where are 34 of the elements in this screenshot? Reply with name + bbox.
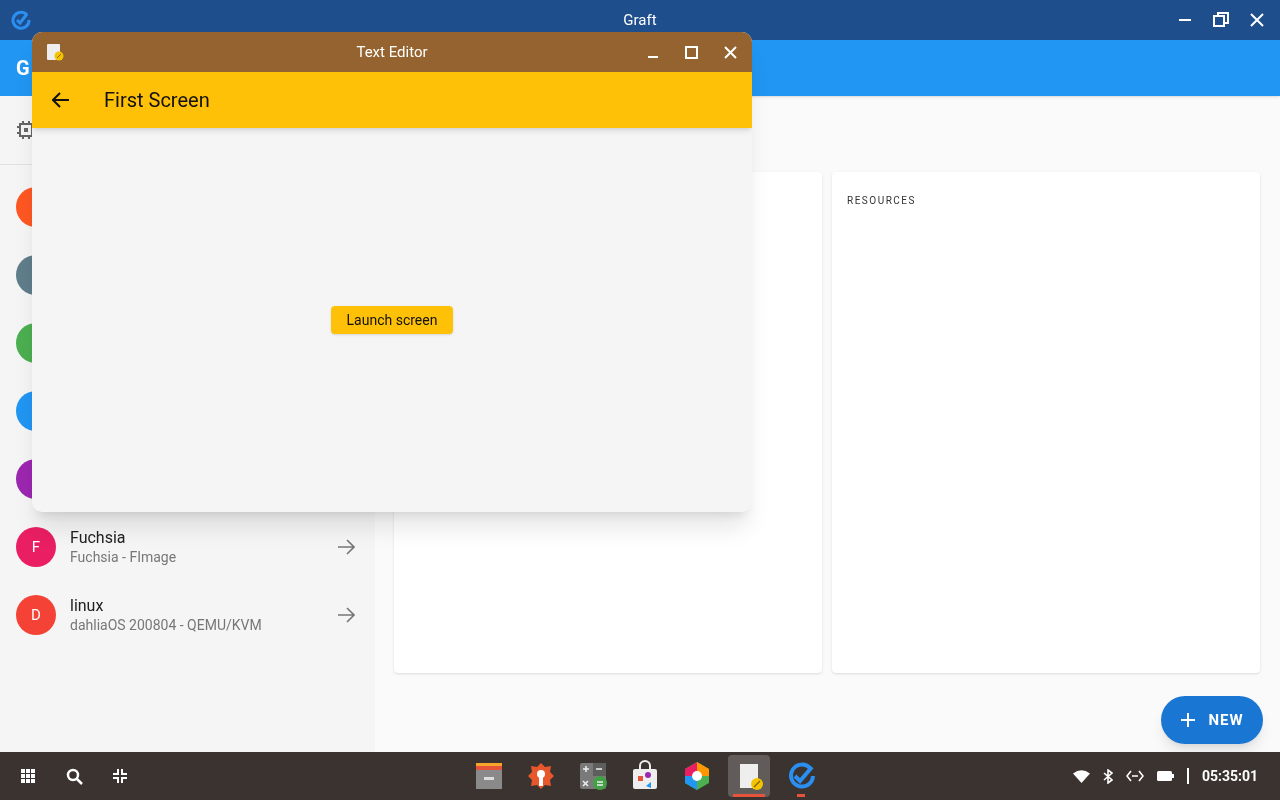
close-icon[interactable]: [724, 45, 737, 59]
clock[interactable]: 05:35:01: [1201, 765, 1258, 787]
file-cabinet-icon: [473, 760, 505, 792]
restore-icon[interactable]: [1213, 12, 1229, 28]
window-title: Graft: [623, 9, 657, 31]
device-name: linux: [70, 596, 105, 616]
resources-label: RESOURCES: [847, 195, 916, 206]
battery-icon[interactable]: [1156, 771, 1174, 781]
note-icon: [46, 43, 64, 61]
screen-title: First Screen: [104, 87, 210, 114]
back-arrow-icon[interactable]: [52, 92, 70, 108]
network-icon[interactable]: [1125, 770, 1144, 782]
device-subtitle: dahliaOS 200804 - QEMU/KVM: [70, 616, 263, 634]
calculator-icon: [577, 760, 609, 792]
window-title: Text Editor: [356, 41, 428, 63]
search-icon[interactable]: [66, 767, 83, 785]
compress-icon[interactable]: [113, 769, 127, 783]
launch-screen-button[interactable]: Launch screen: [330, 306, 454, 334]
app-grid-icon[interactable]: [20, 768, 36, 784]
maximize-icon[interactable]: [685, 45, 698, 59]
app-title: G: [16, 55, 30, 82]
new-button[interactable]: NEW: [1161, 696, 1263, 744]
device-subtitle: Fuchsia - FImage: [70, 548, 178, 566]
arrow-icon[interactable]: [337, 539, 355, 555]
avatar: D: [16, 595, 56, 635]
taskbar-app[interactable]: [728, 755, 770, 797]
close-icon[interactable]: [1250, 13, 1264, 27]
plus-icon: [1180, 712, 1197, 728]
avatar: F: [16, 527, 56, 567]
bluetooth-icon[interactable]: [1102, 768, 1113, 784]
wifi-icon[interactable]: [1072, 769, 1090, 783]
check-logo-icon: [11, 10, 31, 30]
arrow-icon[interactable]: [337, 607, 355, 623]
device-name: Fuchsia: [70, 528, 127, 548]
